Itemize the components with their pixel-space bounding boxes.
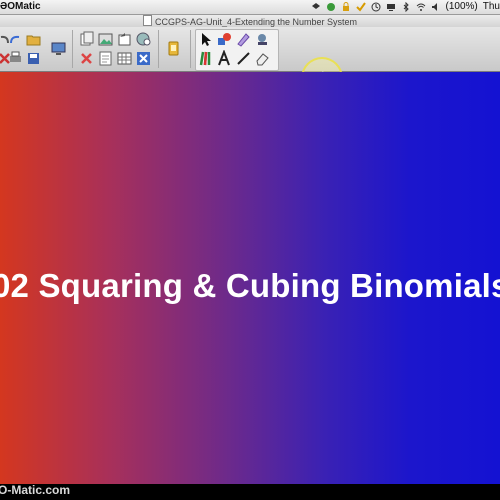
bottom-bar xyxy=(0,484,500,500)
text-tool-icon[interactable] xyxy=(216,50,233,67)
bluetooth-icon[interactable] xyxy=(401,2,411,12)
evernote-icon[interactable] xyxy=(326,2,336,12)
highlighter-icon[interactable] xyxy=(235,31,252,48)
menu-bar: ƏOMatic (100%) Thu xyxy=(0,0,500,15)
window-title: CCGPS-AG-Unit_4-Extending the Number Sys… xyxy=(154,17,358,27)
delete-icon[interactable] xyxy=(78,50,95,67)
volume-icon[interactable] xyxy=(431,2,441,12)
wifi-icon[interactable] xyxy=(416,2,426,12)
slide-canvas[interactable]: 02 Squaring & Cubing Binomials xyxy=(0,72,500,484)
copy-page-icon[interactable] xyxy=(78,31,95,48)
slide-title: 02 Squaring & Cubing Binomials xyxy=(0,267,500,304)
pointer-icon[interactable] xyxy=(197,31,214,48)
swap-icon[interactable] xyxy=(116,31,133,48)
battery-percent[interactable]: (100%) xyxy=(446,0,478,14)
clock-day[interactable]: Thu xyxy=(483,0,500,14)
app-name[interactable]: ƏOMatic xyxy=(0,0,41,14)
dropbox-icon[interactable] xyxy=(311,2,321,12)
pens-icon[interactable] xyxy=(197,50,214,67)
time-machine-icon[interactable] xyxy=(371,2,381,12)
menu-status-area: (100%) Thu xyxy=(311,0,500,14)
eraser-icon[interactable] xyxy=(254,50,271,67)
screen-icon[interactable] xyxy=(50,40,67,57)
window-title-bar: CCGPS-AG-Unit_4-Extending the Number Sys… xyxy=(0,15,500,27)
tool-palette-icon[interactable] xyxy=(165,40,182,57)
print-icon[interactable] xyxy=(7,50,24,67)
globe-icon[interactable] xyxy=(135,31,152,48)
watermark: O-Matic.com xyxy=(0,483,71,497)
stamp-icon[interactable] xyxy=(254,31,271,48)
document-page-icon[interactable] xyxy=(97,50,114,67)
close-box-icon[interactable] xyxy=(135,50,152,67)
document-icon xyxy=(142,15,152,26)
check-icon[interactable] xyxy=(355,2,366,12)
display-icon[interactable] xyxy=(386,2,396,12)
line-tool-icon[interactable] xyxy=(235,50,252,67)
open-folder-icon[interactable] xyxy=(25,31,42,48)
toolbar xyxy=(0,27,500,99)
shapes-icon[interactable] xyxy=(216,31,233,48)
redo-icon[interactable] xyxy=(7,31,24,48)
table-icon[interactable] xyxy=(116,50,133,67)
image-icon[interactable] xyxy=(97,31,114,48)
lock-icon[interactable] xyxy=(341,2,351,12)
save-icon[interactable] xyxy=(25,50,42,67)
